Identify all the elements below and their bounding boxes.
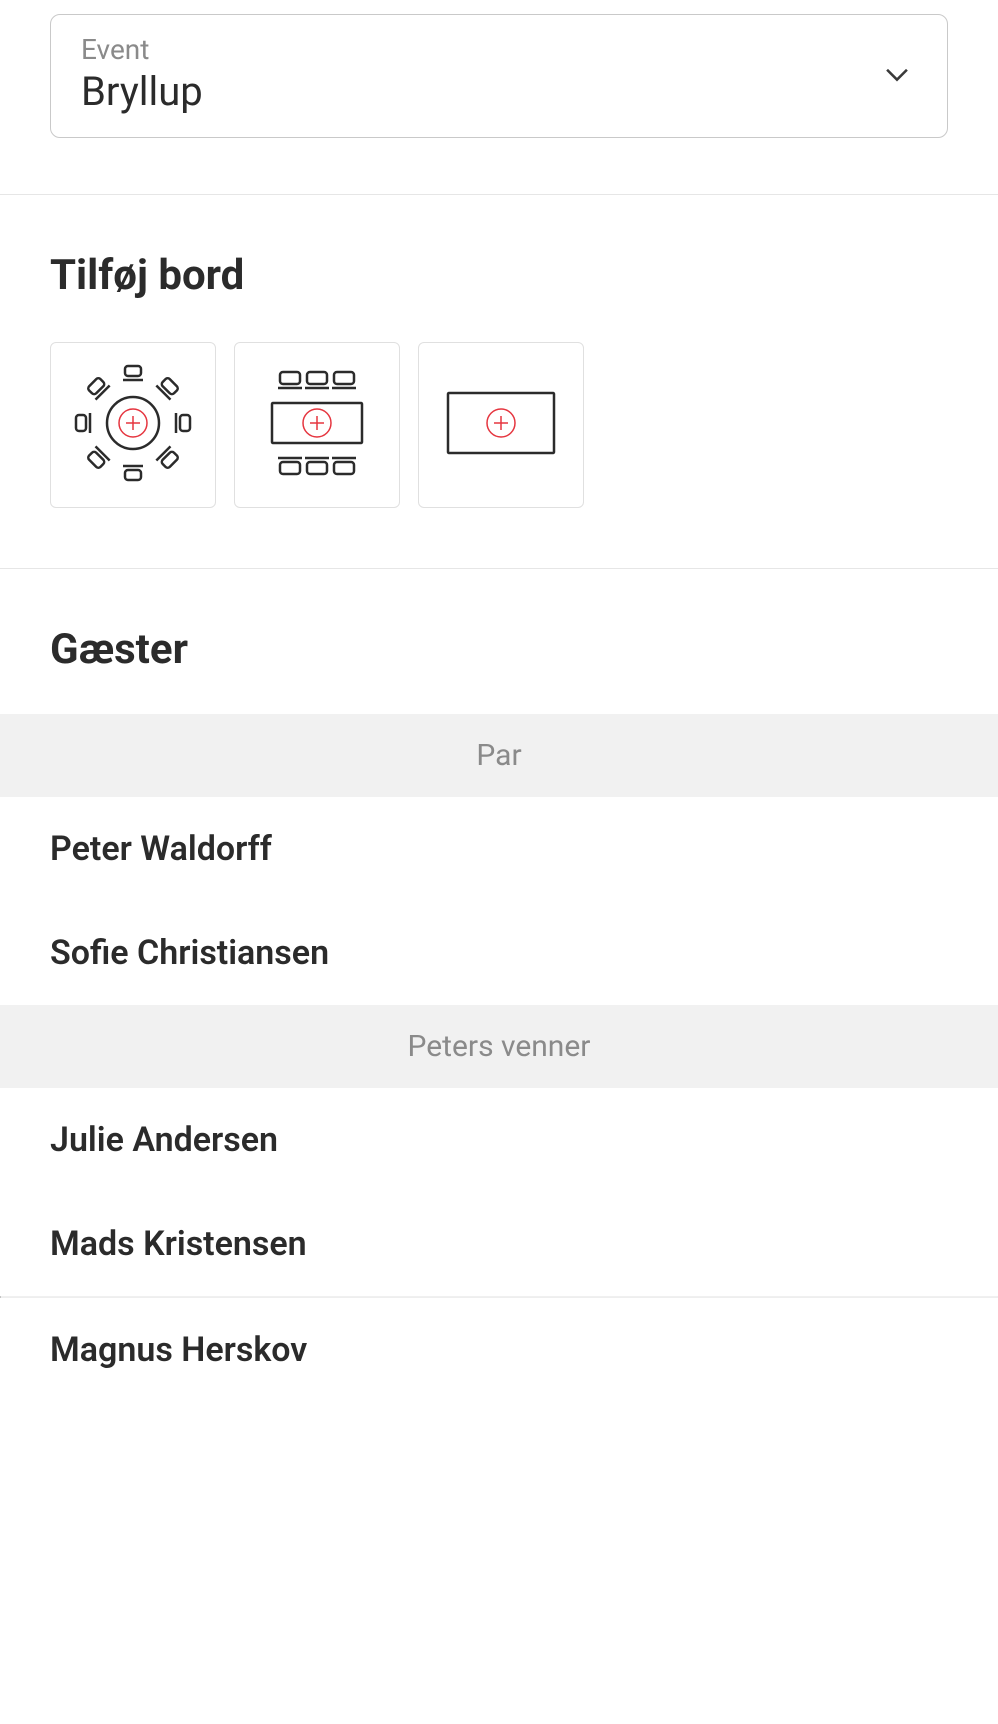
guest-item[interactable]: Julie Andersen bbox=[0, 1088, 998, 1192]
guests-section: Gæster Par Peter Waldorff Sofie Christia… bbox=[0, 568, 998, 1402]
event-select-value: Bryllup bbox=[81, 68, 203, 115]
guest-item[interactable]: Magnus Herskov bbox=[0, 1298, 998, 1402]
guests-title: Gæster bbox=[50, 625, 948, 674]
add-table-title: Tilføj bord bbox=[50, 251, 948, 300]
add-rect-table-seated-button[interactable] bbox=[234, 342, 400, 508]
add-table-section: Tilføj bord bbox=[0, 195, 998, 568]
guest-group-header: Par bbox=[0, 714, 998, 797]
event-select[interactable]: Event Bryllup bbox=[50, 14, 948, 138]
guest-item[interactable]: Peter Waldorff bbox=[0, 797, 998, 901]
rect-table-empty-icon bbox=[436, 358, 566, 492]
chevron-down-icon bbox=[877, 54, 917, 94]
guest-item[interactable]: Sofie Christiansen bbox=[0, 901, 998, 1005]
guest-group-header: Peters venner bbox=[0, 1005, 998, 1088]
round-table-icon bbox=[68, 358, 198, 492]
table-options bbox=[50, 342, 948, 508]
guest-item[interactable]: Mads Kristensen bbox=[0, 1192, 998, 1296]
rect-table-seated-icon bbox=[252, 358, 382, 492]
add-round-table-button[interactable] bbox=[50, 342, 216, 508]
event-select-label: Event bbox=[81, 33, 203, 66]
add-rect-table-empty-button[interactable] bbox=[418, 342, 584, 508]
